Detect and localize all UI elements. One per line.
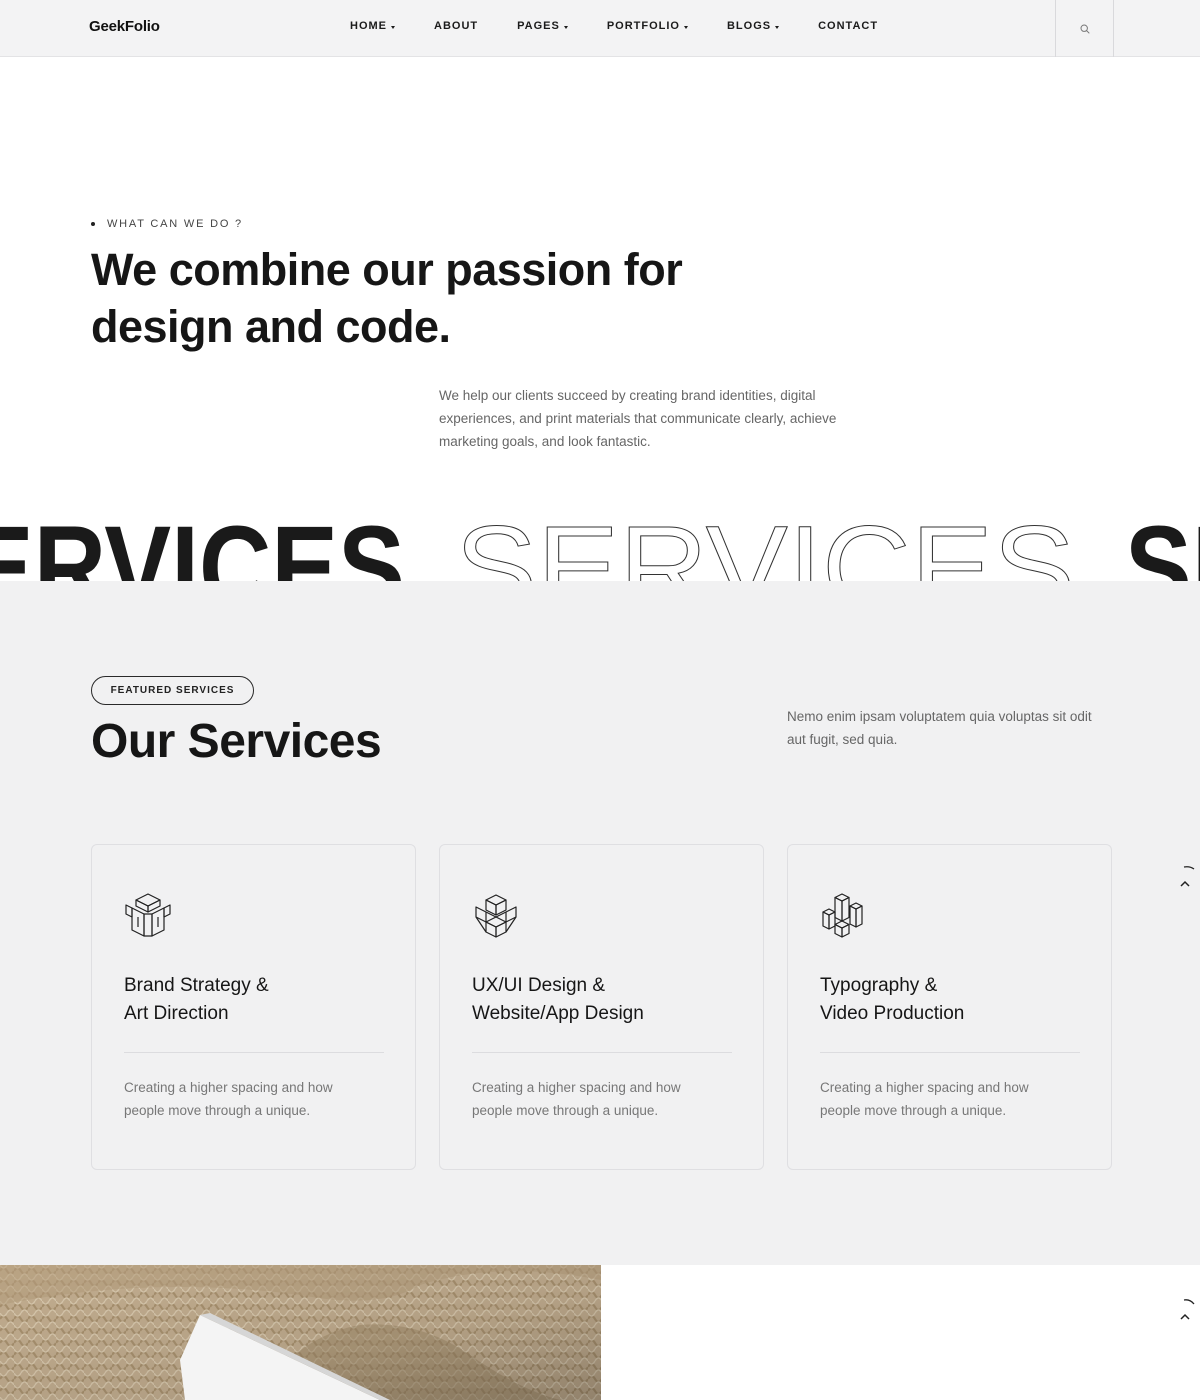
service-card-title: Typography & Video Production: [820, 972, 1080, 1028]
service-card-title-line-1: UX/UI Design &: [472, 975, 606, 996]
service-card-title: UX/UI Design & Website/App Design: [472, 972, 732, 1028]
headline-line-1: We combine our passion for: [91, 244, 683, 295]
featured-services-pill: FEATURED SERVICES: [91, 676, 254, 705]
headline-line-2: design and code.: [91, 301, 451, 352]
brand-cube-icon: [125, 893, 171, 937]
scroll-top-button[interactable]: [1176, 863, 1200, 893]
site-logo[interactable]: GeekFolio: [89, 18, 160, 35]
nav-home[interactable]: HOME: [350, 20, 395, 32]
services-title: Our Services: [91, 715, 382, 768]
service-card-text: Creating a higher spacing and how people…: [124, 1080, 333, 1118]
card-divider: [124, 1052, 384, 1053]
nav-pages-label: PAGES: [517, 20, 560, 32]
nav-pages[interactable]: PAGES: [517, 20, 568, 32]
services-section: FEATURED SERVICES Our Services Nemo enim…: [0, 581, 1200, 1265]
service-card-title-line-2: Video Production: [820, 1003, 965, 1024]
service-card-text: Creating a higher spacing and how people…: [820, 1080, 1029, 1118]
chevron-up-icon: [1180, 866, 1195, 887]
card-divider: [472, 1052, 732, 1053]
services-marquee: SERVICES SERVICES SERVICES: [0, 490, 1200, 582]
chevron-down-icon: [775, 25, 780, 29]
service-card-uxui[interactable]: UX/UI Design & Website/App Design Creati…: [439, 844, 764, 1170]
chevron-up-icon: [1180, 1299, 1195, 1320]
nav-portfolio[interactable]: PORTFOLIO: [607, 20, 688, 32]
service-card-brand[interactable]: Brand Strategy & Art Direction Creating …: [91, 844, 416, 1170]
service-card-title-line-2: Art Direction: [124, 1003, 229, 1024]
nav-blogs[interactable]: BLOGS: [726, 20, 780, 32]
intro-eyebrow-text: WHAT CAN WE DO ?: [107, 218, 243, 230]
service-card-title: Brand Strategy & Art Direction: [124, 972, 384, 1028]
marquee-text: SERVICES SERVICES SERVICES: [0, 502, 1200, 582]
marquee-word-outline: SERVICES: [455, 502, 1075, 581]
marquee-word-solid-left: SERVICES: [0, 502, 405, 581]
nav-about-label: ABOUT: [434, 20, 479, 32]
intro-paragraph: We help our clients succeed by creating …: [439, 388, 837, 449]
nav-home-label: HOME: [350, 20, 387, 32]
site-header: GeekFolio HOME ABOUT PAGES PORTFOLIO BLO…: [0, 0, 1200, 57]
service-card-title-line-1: Brand Strategy &: [124, 975, 269, 996]
service-card-title-line-1: Typography &: [820, 975, 938, 996]
nav-contact[interactable]: CONTACT: [818, 20, 878, 32]
photo-image: [0, 1265, 601, 1400]
search-button[interactable]: [1055, 0, 1114, 57]
nav-portfolio-label: PORTFOLIO: [606, 20, 680, 32]
service-card-text: Creating a higher spacing and how people…: [472, 1080, 681, 1118]
nav-about[interactable]: ABOUT: [434, 20, 478, 32]
chevron-down-icon: [391, 25, 395, 29]
knit-blanket-photo: [0, 1265, 601, 1400]
services-description: Nemo enim ipsam voluptatem quia voluptas…: [787, 709, 1092, 747]
marquee-word-solid-right: SERVICES: [1125, 502, 1200, 581]
nav-contact-label: CONTACT: [818, 20, 879, 32]
uxui-cube-icon: [475, 894, 517, 938]
scroll-top-button-lower[interactable]: [1176, 1296, 1200, 1326]
intro-headline: We combine our passion for design and co…: [91, 241, 791, 355]
intro-eyebrow: WHAT CAN WE DO ?: [91, 218, 243, 230]
typography-blocks-icon: [822, 893, 863, 938]
card-divider: [820, 1052, 1080, 1053]
bullet-dot: [91, 222, 95, 226]
main-nav: HOME ABOUT PAGES PORTFOLIO BLOGS CONTACT: [350, 20, 917, 32]
chevron-down-icon: [563, 25, 568, 29]
service-card-title-line-2: Website/App Design: [472, 1003, 644, 1024]
search-icon: [1079, 23, 1090, 34]
chevron-down-icon: [683, 25, 688, 29]
nav-blogs-label: BLOGS: [726, 20, 772, 32]
service-card-typography[interactable]: Typography & Video Production Creating a…: [787, 844, 1112, 1170]
